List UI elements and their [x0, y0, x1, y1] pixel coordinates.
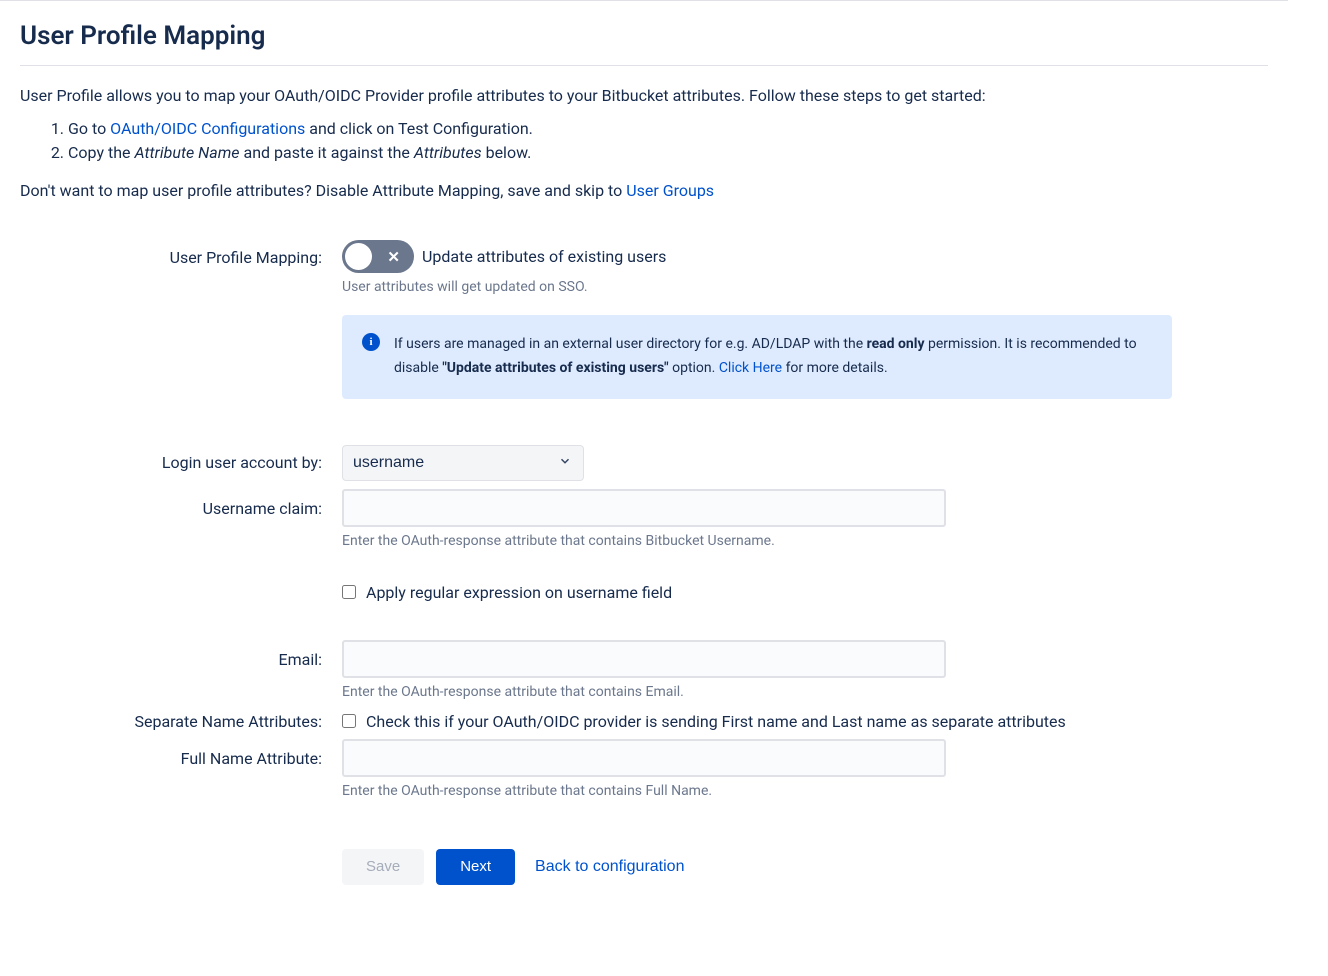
step2-em1: Attribute Name [134, 143, 239, 162]
fullname-hint: Enter the OAuth-response attribute that … [342, 783, 1172, 799]
click-here-link[interactable]: Click Here [719, 360, 782, 376]
login-by-field: username [342, 445, 1172, 481]
info-post1: option. [669, 360, 719, 376]
disable-pre: Don't want to map user profile attribute… [20, 181, 626, 200]
step2-pre: Copy the [68, 143, 134, 162]
next-button[interactable]: Next [436, 849, 515, 885]
regex-checkbox[interactable] [342, 585, 356, 599]
email-label: Email: [20, 640, 322, 669]
step1-pre: Go to [68, 119, 110, 138]
separate-name-text[interactable]: Check this if your OAuth/OIDC provider i… [366, 712, 1066, 731]
login-by-label: Login user account by: [20, 445, 322, 472]
toggle-hint: User attributes will get updated on SSO. [342, 279, 1172, 295]
step-1: Go to OAuth/OIDC Configurations and clic… [68, 117, 1268, 141]
info-bold1: read only [867, 336, 925, 352]
username-hint: Enter the OAuth-response attribute that … [342, 533, 1172, 549]
info-icon: i [362, 333, 380, 351]
page-container: User Profile Mapping User Profile allows… [0, 0, 1288, 905]
info-post2: for more details. [782, 360, 888, 376]
mapping-label: User Profile Mapping: [20, 240, 322, 267]
form-grid: User Profile Mapping: ✕ Update attribute… [20, 240, 1268, 885]
oauth-config-link[interactable]: OAuth/OIDC Configurations [110, 119, 305, 138]
user-groups-link[interactable]: User Groups [626, 181, 714, 200]
step1-post: and click on Test Configuration. [305, 119, 533, 138]
info-pre: If users are managed in an external user… [394, 336, 867, 352]
save-button[interactable]: Save [342, 849, 424, 885]
fullname-field: Enter the OAuth-response attribute that … [342, 739, 1172, 799]
step2-em2: Attributes [414, 143, 482, 162]
username-label: Username claim: [20, 489, 322, 518]
separate-name-checkbox[interactable] [342, 714, 356, 728]
disable-mapping-text: Don't want to map user profile attribute… [20, 181, 1268, 200]
mapping-field: ✕ Update attributes of existing users Us… [342, 240, 1172, 399]
info-bold2: "Update attributes of existing users" [442, 360, 668, 376]
sep-name-field: Check this if your OAuth/OIDC provider i… [342, 708, 1172, 731]
step-2: Copy the Attribute Name and paste it aga… [68, 141, 1268, 165]
toggle-knob [345, 243, 372, 270]
email-input[interactable] [342, 640, 946, 678]
close-icon: ✕ [387, 248, 400, 266]
regex-field: Apply regular expression on username fie… [342, 579, 1172, 602]
username-field: Enter the OAuth-response attribute that … [342, 489, 1172, 549]
toggle-label: Update attributes of existing users [422, 247, 666, 266]
step2-post: below. [482, 143, 532, 162]
update-attributes-toggle[interactable]: ✕ [342, 240, 414, 273]
email-hint: Enter the OAuth-response attribute that … [342, 684, 1172, 700]
username-input[interactable] [342, 489, 946, 527]
sep-name-label: Separate Name Attributes: [20, 708, 322, 731]
email-field: Enter the OAuth-response attribute that … [342, 640, 1172, 700]
fullname-label: Full Name Attribute: [20, 739, 322, 768]
button-row: Save Next Back to configuration [342, 849, 1172, 885]
regex-label[interactable]: Apply regular expression on username fie… [366, 583, 672, 602]
fullname-input[interactable] [342, 739, 946, 777]
intro-text: User Profile allows you to map your OAut… [20, 86, 1268, 105]
info-panel: i If users are managed in an external us… [342, 315, 1172, 399]
back-to-config-link[interactable]: Back to configuration [527, 858, 692, 876]
steps-list: Go to OAuth/OIDC Configurations and clic… [20, 117, 1268, 165]
page-title: User Profile Mapping [20, 21, 1268, 66]
login-by-select[interactable]: username [342, 445, 584, 481]
step2-mid: and paste it against the [240, 143, 414, 162]
